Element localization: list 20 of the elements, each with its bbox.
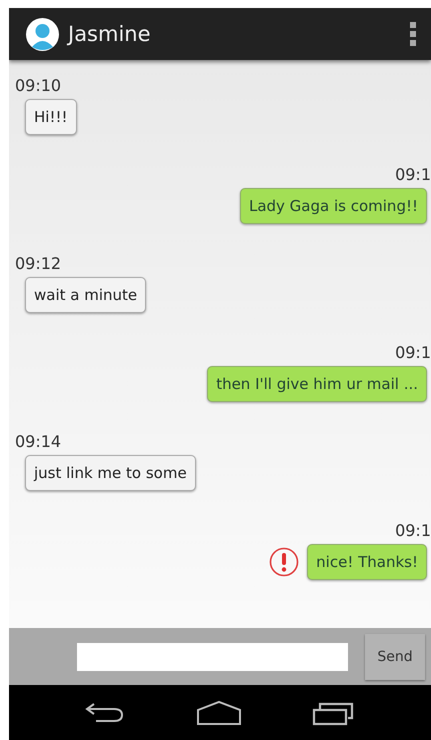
error-icon[interactable] bbox=[269, 547, 300, 577]
sent-message-bubble: nice! Thanks! bbox=[307, 544, 427, 580]
menu-icon[interactable] bbox=[409, 21, 417, 47]
avatar-icon bbox=[26, 18, 59, 50]
received-message-bubble: wait a minute bbox=[25, 277, 146, 313]
message-time: 09:10 bbox=[15, 76, 62, 95]
send-button[interactable]: Send bbox=[365, 634, 425, 680]
received-message-bubble: Hi!!! bbox=[25, 99, 76, 135]
sent-message-bubble: Lady Gaga is coming!! bbox=[240, 188, 427, 224]
message-time: 09:14 bbox=[15, 432, 62, 451]
back-icon[interactable] bbox=[84, 700, 126, 724]
contact-name: Jasmine bbox=[68, 22, 152, 46]
message-time: 09:1 bbox=[395, 343, 431, 362]
sent-message-bubble: then I'll give him ur mail ... bbox=[207, 366, 427, 402]
received-message-bubble: just link me to some bbox=[25, 455, 196, 491]
home-icon[interactable] bbox=[196, 700, 242, 726]
message-time: 09:1 bbox=[395, 165, 431, 184]
message-time: 09:1 bbox=[395, 521, 431, 540]
message-input-field[interactable] bbox=[77, 642, 348, 670]
message-time: 09:12 bbox=[15, 254, 62, 273]
